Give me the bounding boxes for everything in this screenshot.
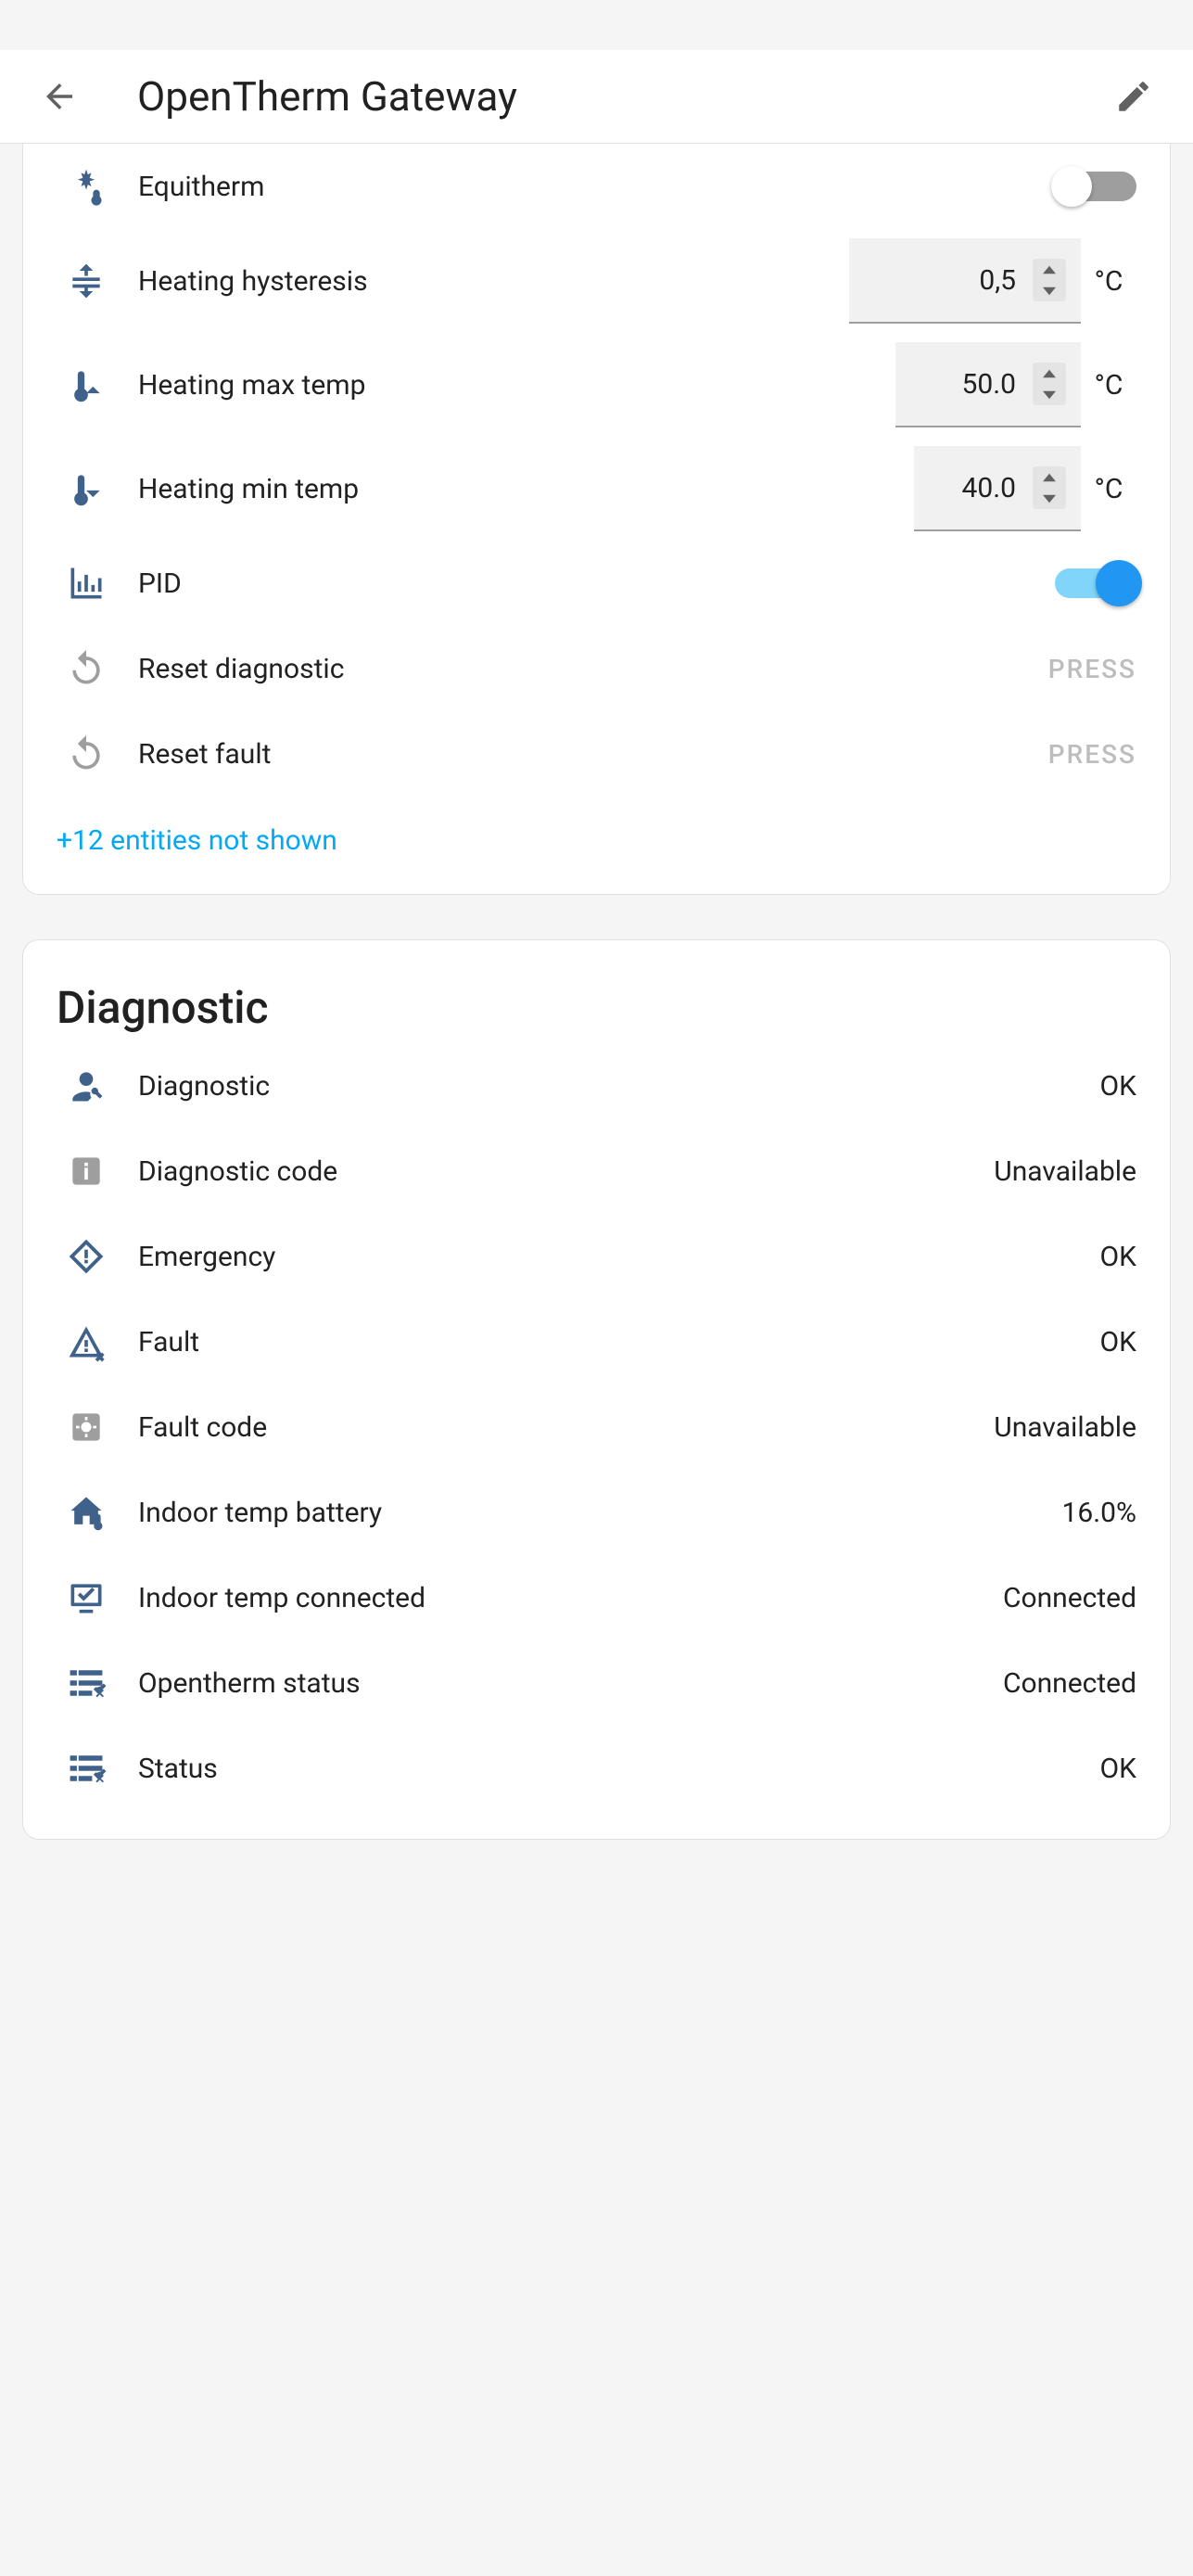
stepper-down-icon[interactable] (1033, 280, 1066, 301)
diagnostic-row[interactable]: Fault codeUnavailable (23, 1384, 1170, 1470)
monitor-check-icon (66, 1577, 107, 1618)
reset-fault-label: Reset fault (123, 738, 1048, 771)
thermometer-chevron-down-icon (66, 468, 107, 509)
pid-label: PID (123, 567, 1055, 600)
edit-button[interactable] (1111, 74, 1156, 119)
reset-diagnostic-row: Reset diagnostic PRESS (23, 626, 1170, 711)
equitherm-row: Equitherm (23, 144, 1170, 229)
diagnostic-row[interactable]: FaultOK (23, 1299, 1170, 1384)
stepper-up-icon[interactable] (1033, 466, 1066, 488)
diagnostic-row[interactable]: Indoor temp connectedConnected (23, 1555, 1170, 1640)
diagnostic-row-value: OK (1100, 1241, 1136, 1273)
snowflake-thermometer-icon (66, 166, 107, 207)
diagnostic-row[interactable]: DiagnosticOK (23, 1043, 1170, 1129)
reset-fault-row: Reset fault PRESS (23, 711, 1170, 797)
stepper-up-icon[interactable] (1033, 259, 1066, 280)
info-box-icon (66, 1151, 107, 1192)
pid-toggle[interactable] (1055, 568, 1136, 598)
thermometer-chevron-up-icon (66, 364, 107, 405)
heating-max-row: Heating max temp 50.0 °C (23, 333, 1170, 437)
cog-box-icon (66, 1407, 107, 1447)
heating-max-label: Heating max temp (123, 369, 895, 402)
diagnostic-title: Diagnostic (23, 940, 1170, 1043)
heating-max-input[interactable]: 50.0 (895, 342, 1081, 427)
hysteresis-unit: °C (1081, 265, 1136, 298)
arrow-left-icon (40, 77, 79, 116)
heating-hysteresis-label: Heating hysteresis (123, 265, 849, 298)
pid-row: PID (23, 541, 1170, 626)
min-unit: °C (1081, 473, 1136, 505)
account-wrench-icon (66, 1065, 107, 1106)
heating-min-stepper[interactable] (1033, 466, 1066, 509)
equitherm-label: Equitherm (123, 171, 1055, 203)
reset-diagnostic-button[interactable]: PRESS (1048, 654, 1136, 684)
stepper-down-icon[interactable] (1033, 384, 1066, 405)
diagnostic-row-label: Opentherm status (123, 1667, 1003, 1700)
diagnostic-row-value: OK (1100, 1326, 1136, 1358)
diagnostic-row-label: Fault (123, 1326, 1100, 1358)
diagnostic-row-value: Unavailable (994, 1411, 1136, 1444)
stepper-down-icon[interactable] (1033, 488, 1066, 509)
diagnostic-row[interactable]: Indoor temp battery16.0% (23, 1470, 1170, 1555)
app-header: OpenTherm Gateway (0, 50, 1193, 144)
diagnostic-row-label: Fault code (123, 1411, 994, 1444)
diagnostic-row-value: Connected (1003, 1667, 1136, 1700)
more-entities-link[interactable]: +12 entities not shown (23, 797, 1170, 866)
diagnostic-row-label: Indoor temp battery (123, 1497, 1062, 1529)
diagnostic-row[interactable]: Opentherm statusConnected (23, 1640, 1170, 1726)
stepper-up-icon[interactable] (1033, 363, 1066, 384)
chart-bar-icon (66, 563, 107, 604)
arrow-collapse-vertical-icon (66, 261, 107, 301)
config-card: Equitherm Heating hysteresis 0,5 °C Heat… (22, 144, 1171, 895)
heating-min-row: Heating min temp 40.0 °C (23, 437, 1170, 541)
diagnostic-row-label: Indoor temp connected (123, 1582, 1003, 1614)
alert-triangle-icon (66, 1321, 107, 1362)
reset-fault-button[interactable]: PRESS (1048, 739, 1136, 770)
diagnostic-row-value: OK (1100, 1070, 1136, 1103)
pencil-icon (1114, 77, 1153, 116)
diagnostic-row[interactable]: Diagnostic codeUnavailable (23, 1129, 1170, 1214)
restart-icon (66, 648, 107, 689)
restart-icon (66, 733, 107, 774)
diagnostic-row-value: OK (1100, 1753, 1136, 1785)
diagnostic-row-label: Emergency (123, 1241, 1100, 1273)
heating-min-label: Heating min temp (123, 473, 914, 505)
equitherm-toggle[interactable] (1055, 172, 1136, 201)
page-title: OpenTherm Gateway (137, 72, 1111, 121)
home-thermo-icon (66, 1492, 107, 1533)
back-button[interactable] (37, 74, 82, 119)
diagnostic-row-label: Status (123, 1753, 1100, 1785)
max-unit: °C (1081, 369, 1136, 402)
list-status-icon (66, 1748, 107, 1789)
diagnostic-row[interactable]: EmergencyOK (23, 1214, 1170, 1299)
heating-hysteresis-input[interactable]: 0,5 (849, 238, 1081, 324)
list-status-icon (66, 1663, 107, 1703)
diagnostic-row-value: Connected (1003, 1582, 1136, 1614)
heating-max-stepper[interactable] (1033, 363, 1066, 405)
heating-hysteresis-stepper[interactable] (1033, 259, 1066, 301)
diagnostic-row-label: Diagnostic (123, 1070, 1100, 1103)
heating-min-input[interactable]: 40.0 (914, 446, 1081, 531)
alert-rhombus-icon (66, 1236, 107, 1277)
heating-hysteresis-row: Heating hysteresis 0,5 °C (23, 229, 1170, 333)
diagnostic-row[interactable]: StatusOK (23, 1726, 1170, 1811)
diagnostic-row-label: Diagnostic code (123, 1155, 994, 1188)
reset-diagnostic-label: Reset diagnostic (123, 653, 1048, 685)
diagnostic-row-value: 16.0% (1062, 1497, 1136, 1529)
diagnostic-card: Diagnostic DiagnosticOKDiagnostic codeUn… (22, 939, 1171, 1840)
diagnostic-row-value: Unavailable (994, 1155, 1136, 1188)
